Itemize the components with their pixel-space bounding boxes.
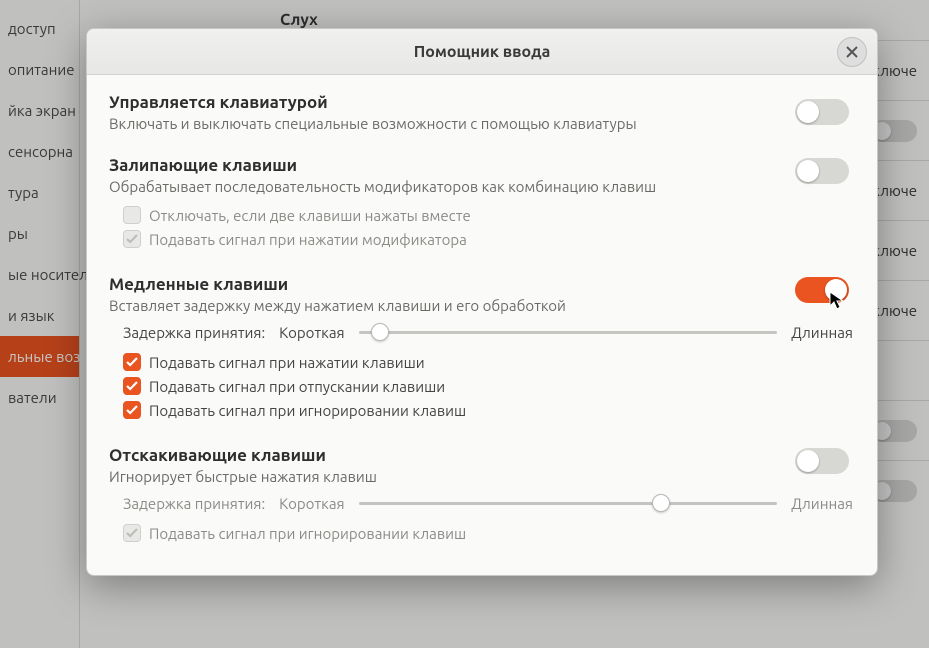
checkbox[interactable] [123,353,141,371]
keyboard-control-toggle[interactable] [795,99,849,125]
checkbox-label: Отключать, если две клавиши нажаты вмест… [149,207,471,224]
checkbox-label: Подавать сигнал при игнорировании клавиш [149,402,466,419]
typing-assist-dialog: Помощник ввода Управляется клавиатурой В… [86,28,878,576]
checkbox[interactable] [123,377,141,395]
slow-beep-reject-row[interactable]: Подавать сигнал при игнорировании клавиш [123,398,855,422]
checkbox-label: Подавать сигнал при нажатии модификатора [149,231,467,248]
checkbox-label: Подавать сигнал при нажатии клавиши [149,354,425,371]
section-desc: Вставляет задержку между нажатием клавиш… [109,297,855,314]
checkbox[interactable] [123,401,141,419]
section-title: Медленные клавиши [109,275,855,294]
section-title: Управляется клавиатурой [109,93,855,112]
section-sticky-keys: Залипающие клавиши Обрабатывает последов… [109,156,855,251]
dialog-header: Помощник ввода [87,29,877,75]
slow-beep-press-row[interactable]: Подавать сигнал при нажатии клавиши [123,350,855,374]
bounce-delay-slider [359,493,778,513]
checkbox [123,230,141,248]
slow-beep-release-row[interactable]: Подавать сигнал при отпускании клавиши [123,374,855,398]
bounce-beep-reject-row: Подавать сигнал при игнорировании клавиш [123,521,855,545]
bounce-keys-toggle[interactable] [795,448,849,474]
section-slow-keys: Медленные клавиши Вставляет задержку меж… [109,275,855,422]
checkbox-label: Подавать сигнал при игнорировании клавиш [149,525,466,542]
slider-max-label: Длинная [791,495,853,512]
sticky-keys-toggle[interactable] [795,158,849,184]
bounce-delay-row: Задержка принятия: Короткая Длинная [123,493,853,513]
slow-delay-slider[interactable] [359,322,778,342]
checkbox-label: Подавать сигнал при отпускании клавиши [149,378,445,395]
section-title: Залипающие клавиши [109,156,855,175]
slow-keys-toggle[interactable] [795,277,849,303]
checkbox [123,524,141,542]
section-title: Отскакивающие клавиши [109,446,855,465]
section-keyboard-control: Управляется клавиатурой Включать и выклю… [109,93,855,132]
close-icon [846,46,858,58]
sticky-disable-two-row: Отключать, если две клавиши нажаты вмест… [123,203,855,227]
section-desc: Игнорирует быстрые нажатия клавиш [109,468,855,485]
slow-delay-row: Задержка принятия: Короткая Длинная [123,322,853,342]
section-bounce-keys: Отскакивающие клавиши Игнорирует быстрые… [109,446,855,545]
close-button[interactable] [837,37,867,67]
dialog-title: Помощник ввода [414,43,551,61]
slider-min-label: Короткая [279,324,344,341]
slider-min-label: Короткая [279,495,344,512]
section-desc: Включать и выключать специальные возможн… [109,115,855,132]
checkbox [123,206,141,224]
slider-max-label: Длинная [791,324,853,341]
sticky-beep-modifier-row: Подавать сигнал при нажатии модификатора [123,227,855,251]
section-desc: Обрабатывает последовательность модифика… [109,178,855,195]
slider-label: Задержка принятия: [123,495,265,512]
slider-label: Задержка принятия: [123,324,265,341]
